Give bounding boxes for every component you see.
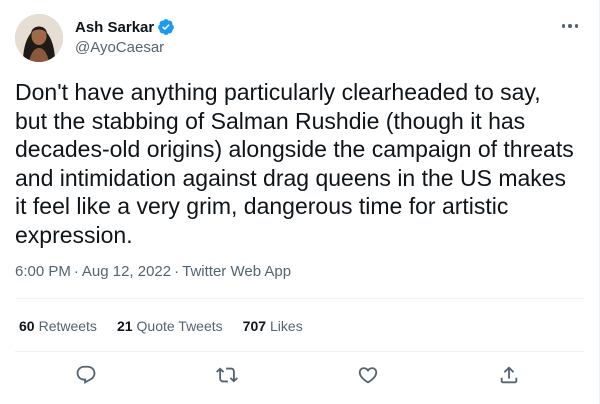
avatar[interactable] [15,14,63,62]
retweet-icon[interactable] [216,364,240,388]
author-name[interactable]: Ash Sarkar [75,19,154,36]
likes-label: Likes [270,318,303,334]
author-name-row[interactable]: Ash Sarkar [75,18,175,36]
quote-tweets-label: Quote Tweets [136,318,223,334]
tweet-meta: 6:00 PM · Aug 12, 2022 · Twitter Web App [15,263,291,280]
quote-tweets-count: 21 [116,318,133,334]
likes-stat[interactable]: 707 Likes [243,318,303,334]
tweet-date[interactable]: Aug 12, 2022 [82,263,171,280]
like-icon[interactable] [357,364,381,388]
likes-count: 707 [242,318,267,334]
share-icon[interactable] [498,364,522,388]
retweets-label: Retweets [38,318,97,334]
divider [15,351,584,352]
quote-tweets-stat[interactable]: 21 Quote Tweets [117,318,223,334]
retweets-count: 60 [19,318,35,334]
reply-icon[interactable] [75,364,99,388]
action-bar [0,358,600,394]
meta-separator: · [73,263,79,280]
author-handle[interactable]: @AyoCaesar [75,39,164,56]
tweet-stats: 60 Retweets 21 Quote Tweets 707 Likes [19,318,303,334]
more-icon[interactable] [559,18,581,34]
tweet-text: Don't have anything particularly clearhe… [15,79,574,248]
tweet-source[interactable]: Twitter Web App [182,263,291,280]
verified-badge-icon [158,19,175,35]
retweets-stat[interactable]: 60 Retweets [19,318,97,334]
divider [15,298,584,299]
avatar-image [15,14,63,62]
tweet-card: Ash Sarkar @AyoCaesar Don't have anythin… [0,0,600,404]
tweet-time[interactable]: 6:00 PM [15,263,71,280]
meta-separator: · [174,263,180,280]
